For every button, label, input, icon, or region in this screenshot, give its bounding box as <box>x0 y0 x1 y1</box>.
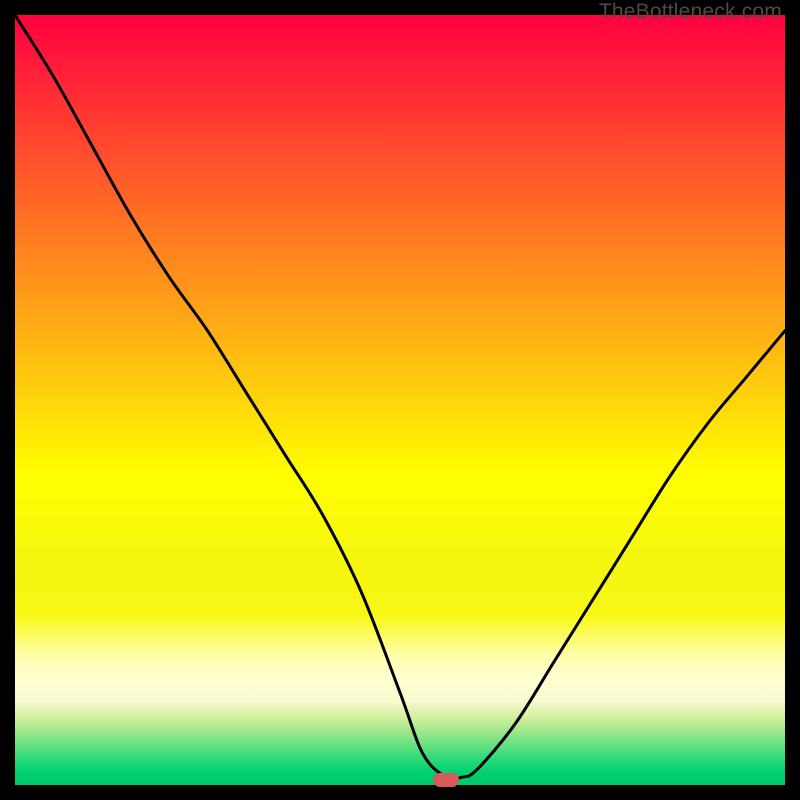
optimum-marker <box>433 773 459 787</box>
watermark-text: TheBottleneck.com <box>599 0 782 24</box>
plot-area <box>15 15 785 785</box>
chart-frame: TheBottleneck.com <box>0 0 800 800</box>
bottleneck-curve <box>15 15 785 785</box>
curve-path <box>15 15 785 779</box>
